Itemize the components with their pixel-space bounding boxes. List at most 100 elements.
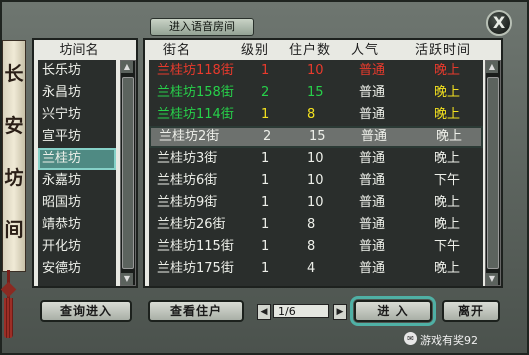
street-popularity-cell: 普通 bbox=[359, 85, 386, 100]
chat-icon: ✉ bbox=[404, 332, 417, 345]
district-scrollbar[interactable]: ▲ ▼ bbox=[120, 60, 136, 286]
enter-voice-room-button[interactable]: 进入语音房间 bbox=[150, 18, 254, 36]
street-row[interactable]: 兰桂坊3街 1 10 普通 晚上 bbox=[149, 148, 483, 170]
district-item[interactable]: 靖恭坊 bbox=[38, 214, 116, 236]
street-active-time-cell: 下午 bbox=[434, 239, 461, 254]
street-popularity-cell: 普通 bbox=[359, 63, 386, 78]
street-households-cell: 8 bbox=[307, 107, 316, 122]
tassel bbox=[4, 298, 13, 338]
street-name-cell: 兰桂坊2街 bbox=[159, 129, 220, 144]
street-popularity-cell: 普通 bbox=[359, 195, 386, 210]
street-active-time-cell: 晚上 bbox=[436, 129, 463, 144]
street-level-cell: 1 bbox=[261, 173, 270, 188]
street-row[interactable]: 兰桂坊175街 1 4 普通 晚上 bbox=[149, 258, 483, 280]
street-level-cell: 1 bbox=[261, 217, 270, 232]
plaque-char: 长 bbox=[4, 63, 24, 85]
street-row[interactable]: 兰桂坊6街 1 10 普通 下午 bbox=[149, 170, 483, 192]
street-row-selected[interactable]: 兰桂坊2街 2 15 普通 晚上 bbox=[149, 126, 483, 148]
street-active-time-cell: 晚上 bbox=[434, 195, 461, 210]
street-list: 兰桂坊118街 1 10 普通 晚上 兰桂坊158街 2 15 普通 晚上 兰桂坊114街 1 8 普通晚… bbox=[149, 60, 483, 286]
street-name-cell: 兰桂坊158街 bbox=[157, 85, 234, 100]
close-button[interactable]: X bbox=[486, 10, 512, 36]
street-scroll-thumb[interactable] bbox=[487, 77, 499, 269]
street-row[interactable]: 兰桂坊9街 1 10 普通 晚上 bbox=[149, 192, 483, 214]
street-households-cell: 10 bbox=[307, 173, 324, 188]
street-active-time-cell: 晚上 bbox=[434, 107, 461, 122]
street-households-cell: 8 bbox=[307, 217, 316, 232]
district-list: 长乐坊 永昌坊 兴宁坊 宣平坊 兰桂坊 永嘉坊 昭国坊 靖恭坊 开化坊 安德坊 bbox=[38, 60, 116, 286]
district-item[interactable]: 昭国坊 bbox=[38, 192, 116, 214]
street-active-time-cell: 晚上 bbox=[434, 261, 461, 276]
district-plaque: 长 安 坊 间 bbox=[2, 40, 26, 272]
street-households-cell: 15 bbox=[309, 129, 326, 144]
street-row[interactable]: 兰桂坊118街 1 10 普通 晚上 bbox=[149, 60, 483, 82]
view-residents-button[interactable]: 查看住户 bbox=[148, 300, 244, 322]
street-row[interactable]: 兰桂坊158街 2 15 普通 晚上 bbox=[149, 82, 483, 104]
district-item[interactable]: 兴宁坊 bbox=[38, 104, 116, 126]
street-scrollbar[interactable]: ▲ ▼ bbox=[485, 60, 501, 286]
street-households-header: 住户数 bbox=[289, 43, 332, 58]
street-popularity-cell: 普通 bbox=[359, 151, 386, 166]
scroll-up-arrow-icon[interactable]: ▲ bbox=[486, 61, 498, 73]
scroll-up-arrow-icon[interactable]: ▲ bbox=[121, 61, 133, 73]
street-level-header: 级别 bbox=[241, 43, 270, 58]
street-popularity-cell: 普通 bbox=[359, 107, 386, 122]
district-item[interactable]: 永嘉坊 bbox=[38, 170, 116, 192]
leave-button[interactable]: 离开 bbox=[442, 300, 500, 322]
query-enter-button[interactable]: 查询进入 bbox=[40, 300, 132, 322]
street-name-cell: 兰桂坊6街 bbox=[157, 173, 218, 188]
street-popularity-cell: 普通 bbox=[359, 173, 386, 188]
district-panel: 坊间名 长乐坊 永昌坊 兴宁坊 宣平坊 兰桂坊 永嘉坊 昭国坊 靖恭坊 开化坊 … bbox=[32, 38, 138, 288]
street-level-cell: 2 bbox=[263, 129, 272, 144]
street-level-cell: 1 bbox=[261, 195, 270, 210]
plaque-char: 安 bbox=[4, 115, 24, 137]
street-active-time-cell: 晚上 bbox=[434, 217, 461, 232]
street-name-cell: 兰桂坊115街 bbox=[157, 239, 234, 254]
street-row[interactable]: 兰桂坊115街 1 8 普通 下午 bbox=[149, 236, 483, 258]
district-column-header: 坊间名 bbox=[59, 43, 99, 58]
street-level-cell: 1 bbox=[261, 107, 270, 122]
street-level-cell: 2 bbox=[261, 85, 270, 100]
street-popularity-header: 人气 bbox=[351, 43, 380, 58]
district-item[interactable]: 开化坊 bbox=[38, 236, 116, 258]
next-page-icon[interactable]: ▶ bbox=[333, 304, 347, 320]
street-households-cell: 15 bbox=[307, 85, 324, 100]
district-item-selected[interactable]: 兰桂坊 bbox=[38, 148, 116, 170]
street-active-time-cell: 晚上 bbox=[434, 151, 461, 166]
street-row[interactable]: 兰桂坊114街 1 8 普通 晚上 bbox=[149, 104, 483, 126]
prev-page-icon[interactable]: ◀ bbox=[257, 304, 271, 320]
street-name-cell: 兰桂坊175街 bbox=[157, 261, 234, 276]
enter-button[interactable]: 进 入 bbox=[350, 296, 436, 326]
street-panel: 街名 级别 住户数 人气 活跃时间 兰桂坊118街 1 10 普通 晚上 兰桂坊158街 2… bbox=[143, 38, 503, 288]
street-active-time-cell: 晚上 bbox=[434, 63, 461, 78]
district-item[interactable]: 长乐坊 bbox=[38, 60, 116, 82]
district-item[interactable]: 安德坊 bbox=[38, 258, 116, 280]
street-name-cell: 兰桂坊3街 bbox=[157, 151, 218, 166]
street-popularity-cell: 普通 bbox=[359, 239, 386, 254]
street-active-time-cell: 下午 bbox=[434, 173, 461, 188]
street-households-cell: 10 bbox=[307, 151, 324, 166]
tassel-knot bbox=[0, 281, 17, 298]
street-level-cell: 1 bbox=[261, 239, 270, 254]
street-level-cell: 1 bbox=[261, 63, 270, 78]
street-popularity-cell: 普通 bbox=[359, 261, 386, 276]
street-households-cell: 10 bbox=[307, 195, 324, 210]
street-active-time-header: 活跃时间 bbox=[415, 43, 472, 58]
street-active-time-cell: 晚上 bbox=[434, 85, 461, 100]
district-item[interactable]: 宣平坊 bbox=[38, 126, 116, 148]
street-level-cell: 1 bbox=[261, 261, 270, 276]
street-row[interactable]: 兰桂坊26街 1 8 普通 晚上 bbox=[149, 214, 483, 236]
plaque-char: 坊 bbox=[4, 167, 24, 189]
scroll-down-arrow-icon[interactable]: ▼ bbox=[486, 273, 498, 285]
street-name-cell: 兰桂坊114街 bbox=[157, 107, 234, 122]
street-households-cell: 4 bbox=[307, 261, 316, 276]
street-popularity-cell: 普通 bbox=[361, 129, 388, 144]
watermark: 游戏有奖92 bbox=[420, 334, 478, 347]
window-frame: 进入语音房间 X 长 安 坊 间 坊间名 长乐坊 永昌坊 兴宁坊 宣平坊 兰桂坊… bbox=[0, 0, 529, 355]
district-scroll-thumb[interactable] bbox=[122, 77, 134, 269]
plaque-char: 间 bbox=[4, 219, 24, 241]
district-item[interactable]: 永昌坊 bbox=[38, 82, 116, 104]
scroll-down-arrow-icon[interactable]: ▼ bbox=[121, 273, 133, 285]
street-households-cell: 10 bbox=[307, 63, 324, 78]
street-name-cell: 兰桂坊9街 bbox=[157, 195, 218, 210]
